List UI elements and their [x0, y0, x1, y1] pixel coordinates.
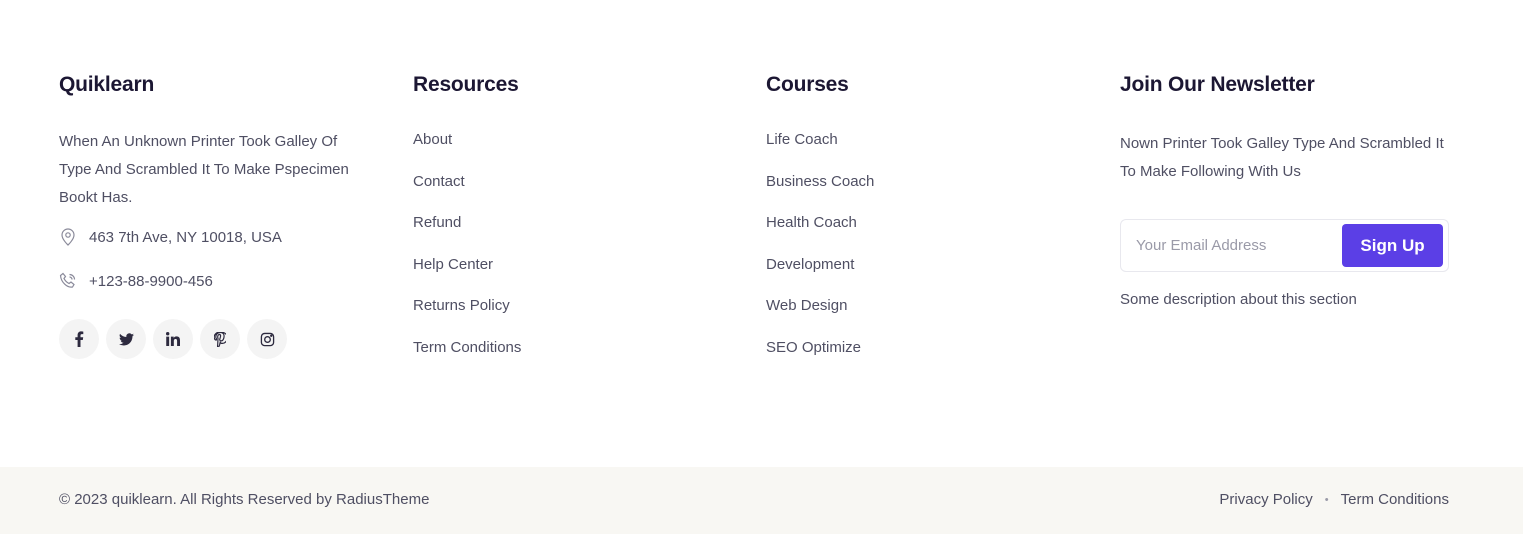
resources-link-term-conditions[interactable]: Term Conditions: [413, 335, 713, 377]
brand-description: When An Unknown Printer Took Galley Of T…: [59, 133, 349, 206]
phone-row: +123-88-9900-456: [59, 269, 369, 293]
courses-link-business-coach[interactable]: Business Coach: [766, 169, 1066, 211]
phone-text[interactable]: +123-88-9900-456: [89, 273, 213, 290]
copyright-text: © 2023 quiklearn. All Rights Reserved by…: [59, 491, 430, 508]
resources-title: Resources: [413, 73, 519, 96]
resources-link-help-center[interactable]: Help Center: [413, 252, 713, 294]
courses-link-life-coach[interactable]: Life Coach: [766, 127, 1066, 169]
facebook-icon[interactable]: [59, 319, 99, 359]
resources-column: Resources About Contact Refund Help Cent…: [413, 70, 713, 377]
bottom-links: Privacy Policy • Term Conditions: [1219, 491, 1449, 508]
courses-column: Courses Life Coach Business Coach Health…: [766, 70, 1066, 377]
privacy-policy-link[interactable]: Privacy Policy: [1219, 491, 1312, 508]
resources-link-contact[interactable]: Contact: [413, 169, 713, 211]
courses-link-health-coach[interactable]: Health Coach: [766, 210, 1066, 252]
address-text: 463 7th Ave, NY 10018, USA: [89, 228, 282, 246]
email-input[interactable]: [1136, 237, 1342, 254]
newsletter-column: Join Our Newsletter Nown Printer Took Ga…: [1120, 70, 1460, 308]
resources-link-refund[interactable]: Refund: [413, 210, 713, 252]
resources-link-about[interactable]: About: [413, 127, 713, 169]
newsletter-note: Some description about this section: [1120, 291, 1357, 308]
address-row: 463 7th Ave, NY 10018, USA: [59, 225, 369, 249]
courses-link-seo-optimize[interactable]: SEO Optimize: [766, 335, 1066, 377]
linkedin-icon[interactable]: [153, 319, 193, 359]
social-links: [59, 319, 369, 359]
brand-column: Quiklearn When An Unknown Printer Took G…: [59, 70, 369, 359]
separator-dot: •: [1324, 493, 1329, 506]
newsletter-title: Join Our Newsletter: [1120, 73, 1315, 96]
courses-link-web-design[interactable]: Web Design: [766, 293, 1066, 335]
sign-up-button[interactable]: Sign Up: [1342, 224, 1443, 267]
map-pin-icon: [59, 228, 77, 246]
phone-icon: [59, 272, 77, 290]
twitter-icon[interactable]: [106, 319, 146, 359]
newsletter-form: Sign Up: [1120, 219, 1449, 272]
brand-title[interactable]: Quiklearn: [59, 70, 369, 100]
resources-link-returns-policy[interactable]: Returns Policy: [413, 293, 713, 335]
instagram-icon[interactable]: [247, 319, 287, 359]
footer-top: Quiklearn When An Unknown Printer Took G…: [0, 0, 1523, 467]
pinterest-icon[interactable]: [200, 319, 240, 359]
courses-title: Courses: [766, 73, 849, 96]
resources-links: About Contact Refund Help Center Returns…: [413, 127, 713, 377]
term-conditions-link[interactable]: Term Conditions: [1341, 491, 1449, 508]
courses-links: Life Coach Business Coach Health Coach D…: [766, 127, 1066, 377]
footer-bottom-bar: © 2023 quiklearn. All Rights Reserved by…: [0, 467, 1523, 534]
newsletter-description: Nown Printer Took Galley Type And Scramb…: [1120, 135, 1444, 180]
courses-link-development[interactable]: Development: [766, 252, 1066, 294]
